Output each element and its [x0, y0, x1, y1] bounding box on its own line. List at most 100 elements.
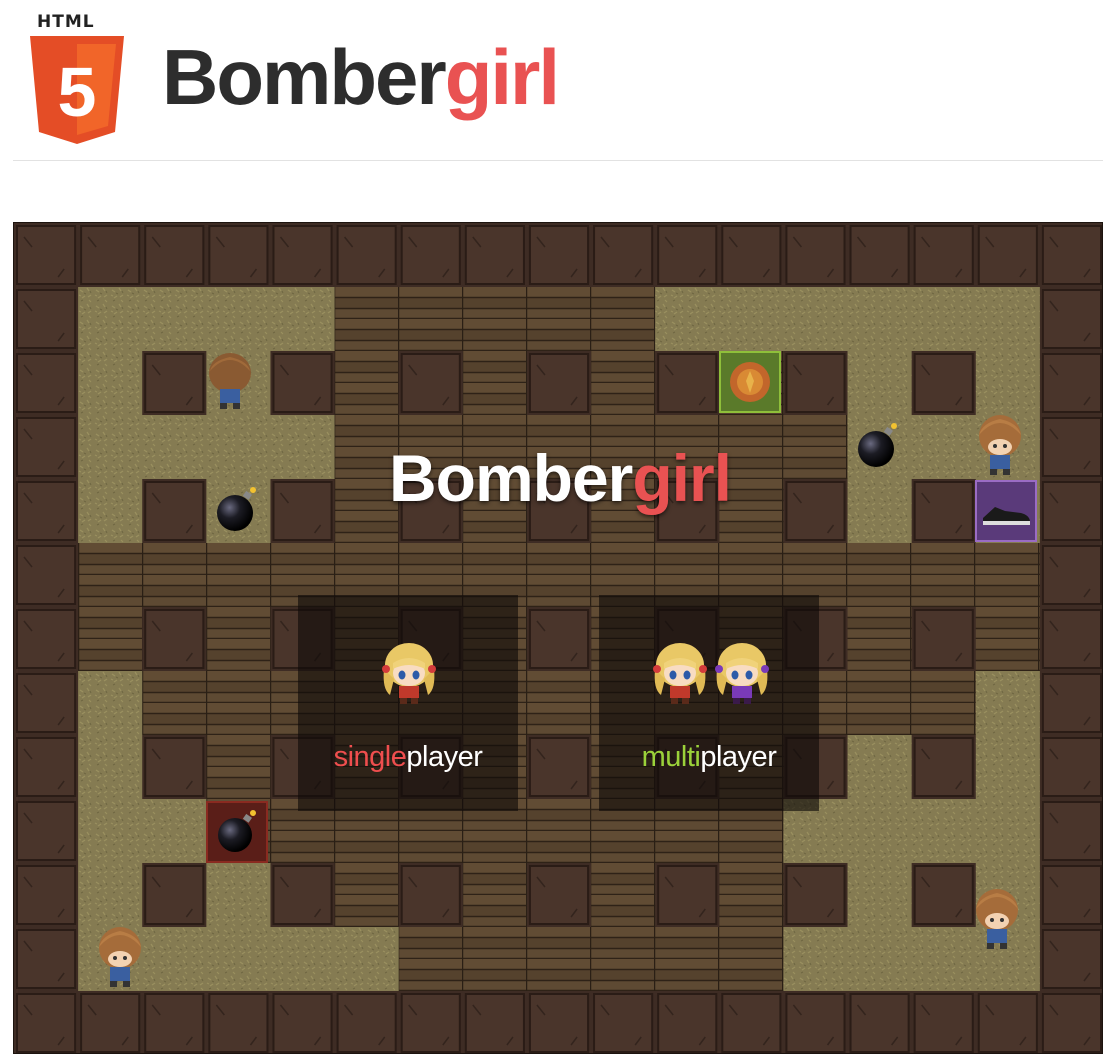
- wall-block-face: [785, 353, 846, 413]
- multiplayer-button[interactable]: multiplayer: [599, 595, 819, 811]
- wall-block-face: [16, 673, 77, 733]
- wall-block-face: [16, 481, 77, 541]
- wall-block-face: [785, 225, 846, 285]
- grass-tile: [78, 479, 143, 544]
- grass-tile: [847, 287, 913, 352]
- wood-floor-tile: [78, 543, 143, 608]
- grass-tile: [847, 863, 913, 928]
- multiplayer-label-accent: multi: [641, 741, 701, 773]
- wood-floor-tile: [526, 543, 592, 608]
- wood-floor-tile: [847, 607, 913, 672]
- wall-block-face: [913, 993, 974, 1053]
- bomb-icon: [217, 487, 256, 531]
- grass-tile: [911, 799, 977, 864]
- grass-tile: [78, 351, 143, 416]
- wood-floor-tile: [526, 287, 592, 352]
- site-title-accent: girl: [444, 33, 560, 121]
- wall-block-face: [913, 865, 974, 925]
- grass-tile: [334, 927, 400, 992]
- speed-shoe-icon: [975, 480, 1037, 542]
- wall-block-face: [208, 993, 269, 1053]
- grass-tile: [655, 287, 720, 352]
- game-title-main: Bomber: [388, 441, 633, 515]
- wall-block-face: [657, 865, 718, 925]
- wall-block-face: [144, 993, 205, 1053]
- wall-block-face: [80, 225, 141, 285]
- wood-floor-tile: [398, 287, 464, 352]
- grass-tile: [911, 415, 977, 480]
- wall-block-face: [528, 865, 590, 925]
- wall-block-face: [1041, 737, 1102, 797]
- wood-floor-tile: [975, 607, 1041, 672]
- wall-block-face: [464, 225, 525, 285]
- grass-tile: [270, 927, 336, 992]
- wall-block-face: [144, 481, 205, 541]
- wall-block-face: [1041, 289, 1102, 349]
- wood-floor-tile: [975, 543, 1041, 608]
- girl-sprite: [382, 643, 436, 704]
- game-board[interactable]: Bombergirl singleplayer multiplayer: [13, 222, 1103, 1054]
- wall-block-face: [16, 225, 77, 285]
- grass-tile: [975, 671, 1041, 736]
- grass-tile: [847, 927, 913, 992]
- wall-block-face: [913, 481, 974, 541]
- singleplayer-button[interactable]: singleplayer: [298, 595, 518, 811]
- grass-tile: [975, 735, 1041, 800]
- grass-tile: [783, 927, 849, 992]
- wall-block-face: [1041, 545, 1102, 605]
- grass-tile: [78, 671, 143, 736]
- wood-floor-tile: [334, 863, 400, 928]
- html5-logo-icon: 5: [30, 36, 124, 144]
- multiplayer-label: multiplayer: [599, 741, 819, 774]
- grass-tile: [270, 287, 336, 352]
- wall-block-face: [16, 801, 77, 861]
- wood-floor-tile: [462, 351, 528, 416]
- wall-block-face: [913, 353, 974, 413]
- wall-block-face: [80, 993, 141, 1053]
- wall-block-face: [721, 225, 782, 285]
- wall-block-face: [977, 225, 1038, 285]
- singleplayer-label: singleplayer: [298, 741, 518, 774]
- grass-tile: [975, 799, 1041, 864]
- wood-floor-tile: [719, 863, 784, 928]
- wood-floor-tile: [206, 543, 271, 608]
- grass-tile: [719, 287, 784, 352]
- bomb-icon: [858, 423, 897, 467]
- grass-tile: [911, 287, 977, 352]
- wood-floor-tile: [526, 671, 592, 736]
- wall-block-face: [400, 353, 461, 413]
- grass-tile: [78, 735, 143, 800]
- grass-tile: [975, 287, 1041, 352]
- wall-block-face: [464, 993, 525, 1053]
- grass-tile: [78, 799, 143, 864]
- singleplayer-label-accent: single: [333, 741, 407, 773]
- grass-tile: [847, 351, 913, 416]
- grass-tile: [206, 863, 271, 928]
- wall-block-face: [336, 993, 397, 1053]
- wood-floor-tile: [911, 671, 977, 736]
- singleplayer-label-rest: player: [406, 741, 483, 773]
- grass-tile: [911, 927, 977, 992]
- boy-enemy-sprite: [976, 889, 1018, 949]
- fire-powerup-icon: [719, 351, 781, 413]
- wall-block-face: [528, 993, 590, 1053]
- wall-block-face: [336, 225, 397, 285]
- grass-tile: [142, 927, 207, 992]
- wall-block-face: [1041, 865, 1102, 925]
- wood-floor-tile: [591, 863, 656, 928]
- wall-block-face: [913, 609, 974, 669]
- game-title-accent: girl: [632, 441, 732, 515]
- wood-floor-tile: [206, 671, 271, 736]
- wall-block-face: [528, 609, 590, 669]
- bomb-tile-icon: [206, 801, 268, 863]
- wood-floor-tile: [462, 863, 528, 928]
- wall-block-face: [16, 737, 77, 797]
- grass-tile: [206, 927, 271, 992]
- wall-block-face: [16, 545, 77, 605]
- site-title[interactable]: Bombergirl: [162, 38, 560, 116]
- wall-block-face: [400, 225, 461, 285]
- grass-tile: [783, 287, 849, 352]
- grass-tile: [78, 863, 143, 928]
- wall-block-face: [208, 225, 269, 285]
- wall-block-face: [1041, 417, 1102, 477]
